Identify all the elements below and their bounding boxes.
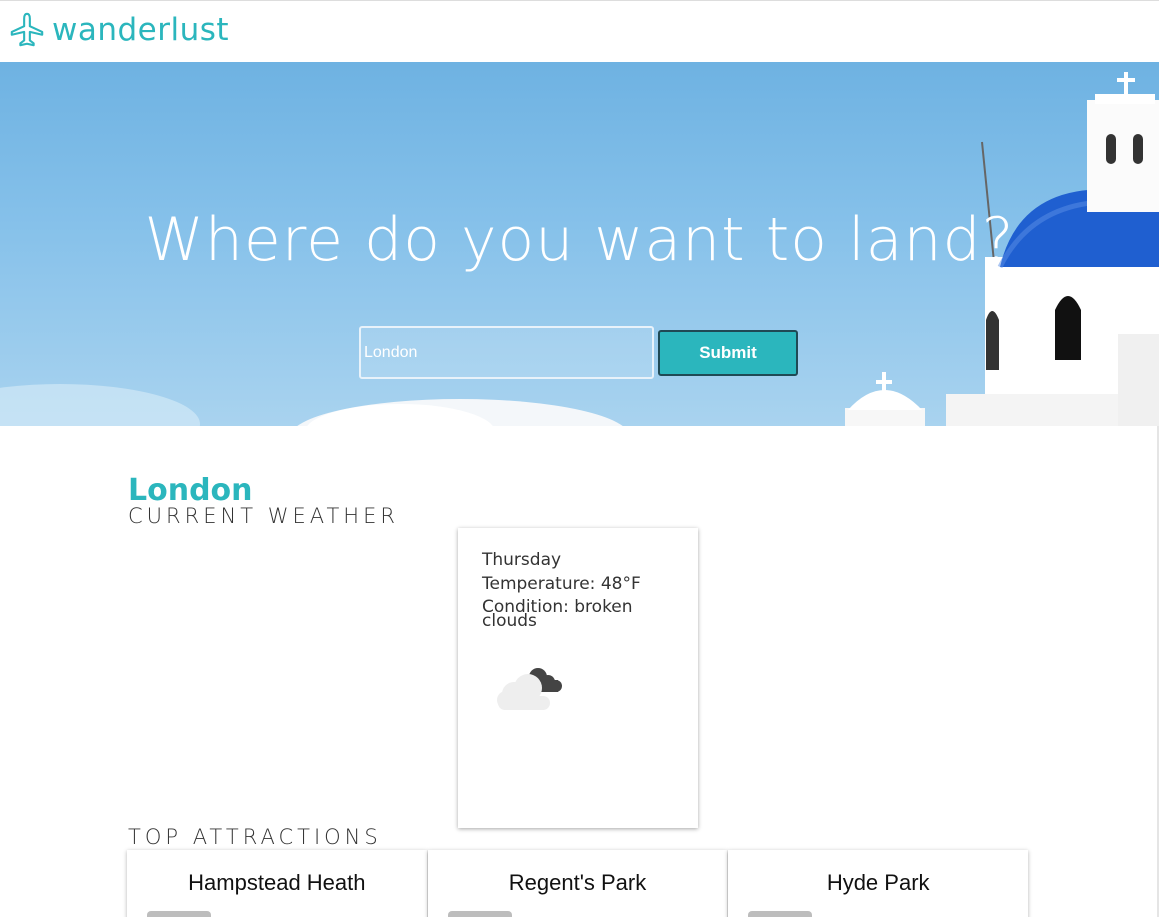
airplane-icon [10,12,44,47]
attraction-title: Hyde Park [826,870,930,895]
attraction-title: Regent's Park [508,870,647,895]
attraction-card[interactable]: Hampstead Heath [127,850,427,917]
weather-card: Thursday Temperature: 48°F Condition: br… [458,528,698,828]
weather-temperature: Temperature: 48°F [482,574,641,594]
city-name: London [128,473,253,508]
hero-title: Where do you want to land? [144,205,1015,275]
submit-button[interactable]: Submit [658,330,798,376]
brand-name: wanderlust [52,12,230,48]
hero-banner: Where do you want to land? Submit [0,62,1159,426]
top-attractions-heading: TOP ATTRACTIONS [128,825,382,849]
destination-search-input[interactable] [359,326,654,379]
brand-logo[interactable]: wanderlust [8,11,229,49]
navbar: wanderlust [0,0,1159,62]
attraction-image [147,911,211,917]
attraction-title: Hampstead Heath [188,870,366,895]
attraction-image [447,911,512,917]
attractions-list: Hampstead Heath Regent's Park Hyde Park [127,850,1029,917]
broken-clouds-icon [497,668,562,710]
weather-day: Thursday [482,550,562,570]
attraction-card[interactable]: Hyde Park [728,850,1029,917]
weather-condition: Condition: broken clouds [482,597,633,631]
attraction-image [748,911,813,917]
current-weather-heading: CURRENT WEATHER [128,504,399,528]
attraction-card[interactable]: Regent's Park [427,850,728,917]
